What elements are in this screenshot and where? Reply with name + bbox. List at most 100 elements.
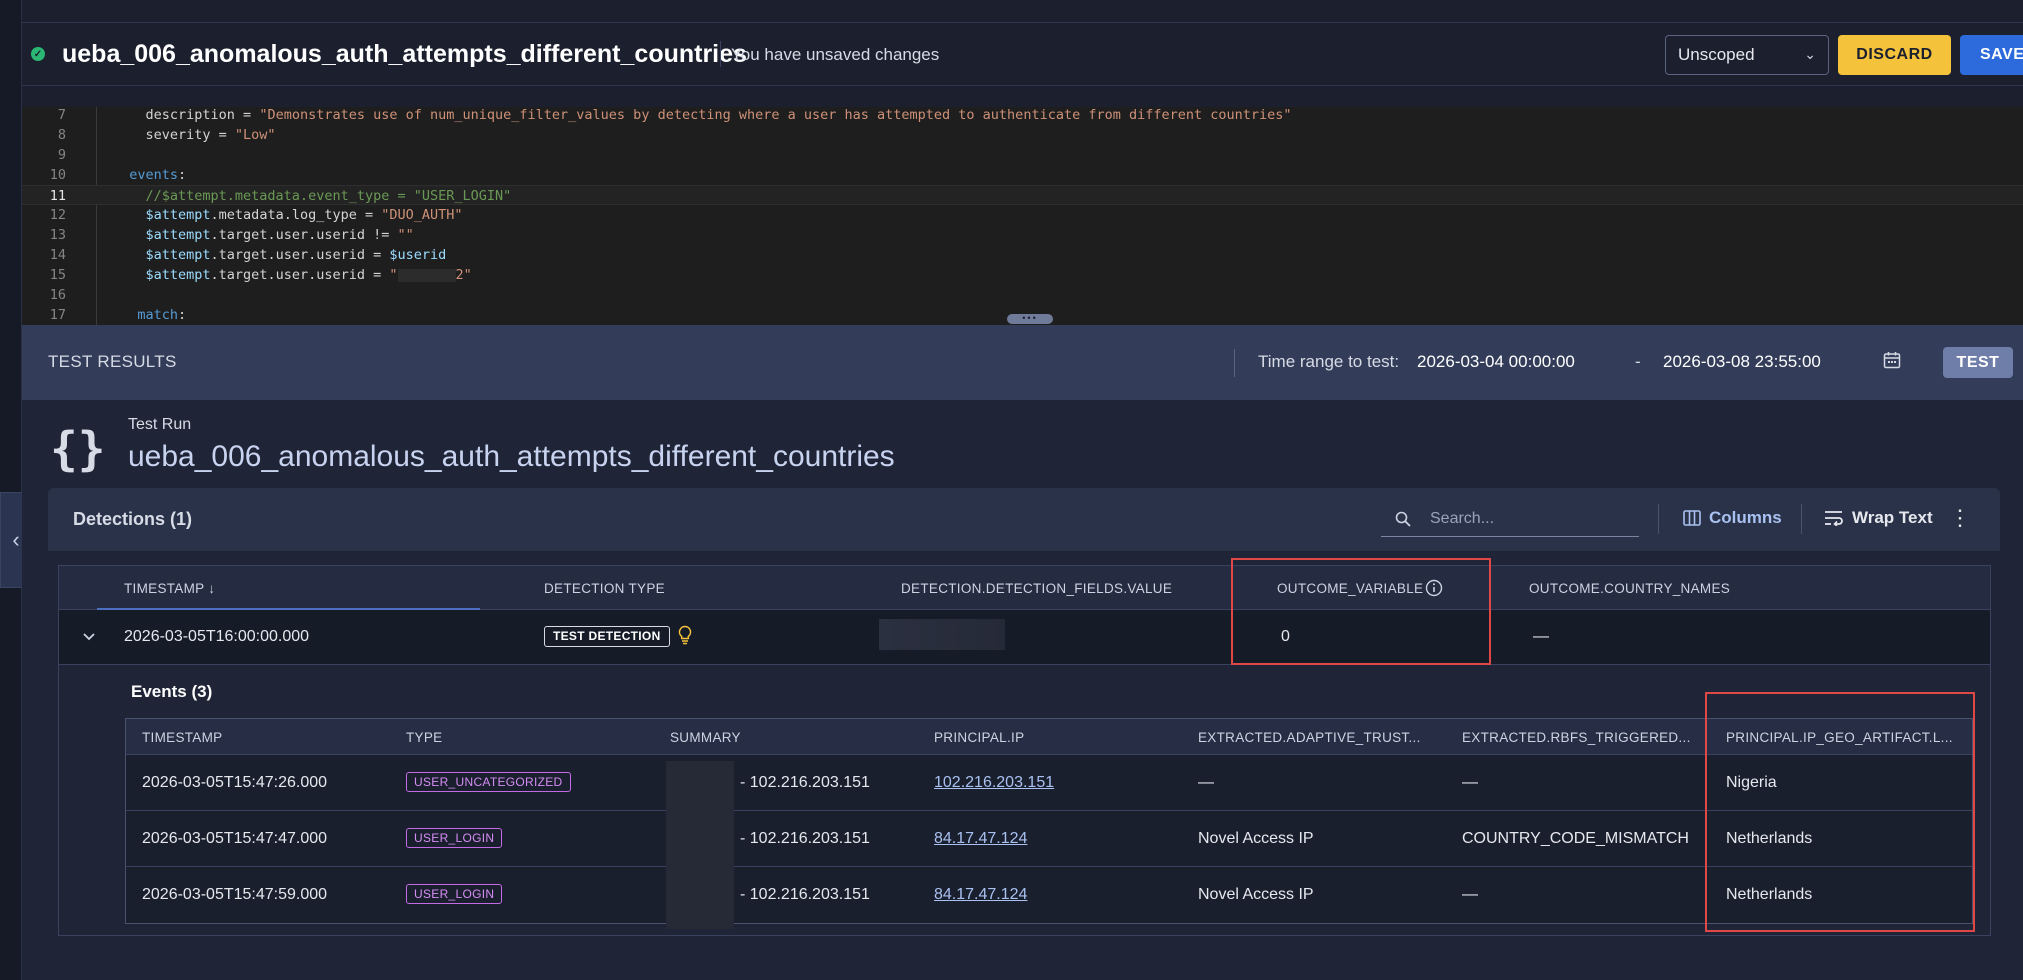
col-outcome-variable[interactable]: OUTCOME_VARIABLE — [1277, 581, 1423, 596]
col-event-timestamp[interactable]: TIMESTAMP — [142, 730, 222, 745]
geo-country-value: Netherlands — [1726, 886, 1813, 903]
detection-timestamp: 2026-03-05T16:00:00.000 — [124, 628, 310, 645]
time-range-end[interactable]: 2026-03-08 23:55:00 — [1663, 352, 1821, 372]
code-text: $attempt.target.user.userid != "" — [113, 225, 414, 245]
code-line[interactable]: 7 description = "Demonstrates use of num… — [22, 105, 2023, 125]
code-line[interactable]: 10 events: — [22, 165, 2023, 185]
more-options-icon[interactable]: ⋮ — [1949, 504, 1971, 534]
code-token: : — [178, 307, 187, 323]
test-results-label: TEST RESULTS — [48, 352, 177, 371]
code-token: $userid — [389, 247, 447, 263]
code-text: //$attempt.metadata.event_type = "USER_L… — [113, 186, 512, 206]
redacted-summary-column — [666, 761, 734, 929]
code-text: severity = "Low" — [113, 125, 276, 145]
line-number: 9 — [57, 147, 66, 163]
code-token: "Demonstrates use of num_unique_filter_v… — [259, 107, 1292, 123]
time-range-dash: - — [1635, 352, 1641, 371]
events-panel: Events (3) TIMESTAMP TYPE SUMMARY PRINCI… — [59, 665, 1990, 935]
code-line[interactable]: 15 $attempt.target.user.userid = " 2" — [22, 265, 2023, 285]
event-timestamp: 2026-03-05T15:47:59.000 — [142, 886, 328, 903]
event-row[interactable]: 2026-03-05T15:47:59.000 USER_LOGIN - 102.2… — [126, 867, 1972, 923]
code-line[interactable]: 8 severity = "Low" — [22, 125, 2023, 145]
col-rbfs-triggered[interactable]: EXTRACTED.RBFS_TRIGGERED... — [1462, 730, 1691, 745]
chevron-down-icon: ⌄ — [1804, 46, 1816, 62]
adaptive-trust-value: — — [1198, 774, 1214, 791]
col-event-type[interactable]: TYPE — [406, 730, 442, 745]
code-text: events: — [113, 165, 186, 185]
adaptive-trust-value: Novel Access IP — [1198, 830, 1314, 847]
code-token: "Low" — [234, 127, 276, 143]
redacted-text — [397, 268, 456, 282]
col-principal-ip[interactable]: PRINCIPAL.IP — [934, 730, 1024, 745]
test-detection-badge: TEST DETECTION — [544, 626, 670, 647]
code-token: $attempt — [113, 267, 211, 283]
code-text: $attempt.metadata.log_type = "DUO_AUTH" — [113, 205, 463, 225]
toolbar-divider — [1658, 504, 1659, 534]
col-adaptive-trust[interactable]: EXTRACTED.ADAPTIVE_TRUST... — [1198, 730, 1421, 745]
line-number: 10 — [49, 167, 66, 183]
code-line[interactable]: 16 — [22, 285, 2023, 305]
discard-button[interactable]: DISCARD — [1838, 35, 1951, 75]
event-type-badge: USER_LOGIN — [406, 828, 503, 848]
lightbulb-icon[interactable] — [677, 625, 693, 645]
detection-row[interactable]: 2026-03-05T16:00:00.000 TEST DETECTION 0… — [59, 610, 1990, 665]
saved-status-check-icon: ✓ — [31, 47, 45, 61]
columns-button[interactable]: Columns — [1683, 508, 1782, 528]
test-button[interactable]: TEST — [1943, 347, 2013, 378]
search-box — [1381, 501, 1639, 537]
scope-select-value: Unscoped — [1678, 45, 1755, 64]
line-number: 8 — [57, 127, 66, 143]
test-run-label: Test Run — [128, 416, 192, 433]
code-line[interactable]: 12 $attempt.metadata.log_type = "DUO_AUT… — [22, 205, 2023, 225]
scope-select[interactable]: Unscoped ⌄ — [1665, 35, 1829, 75]
principal-ip-link[interactable]: 84.17.47.124 — [934, 830, 1027, 848]
top-strip — [22, 0, 2023, 23]
line-number: 17 — [49, 307, 66, 323]
principal-ip-link-text[interactable]: 84.17.47.124 — [934, 830, 1027, 847]
code-line[interactable]: 13 $attempt.target.user.userid != "" — [22, 225, 2023, 245]
code-editor[interactable]: 7 description = "Demonstrates use of num… — [22, 107, 2023, 325]
code-line[interactable]: 14 $attempt.target.user.userid = $userid — [22, 245, 2023, 265]
event-row[interactable]: 2026-03-05T15:47:47.000 USER_LOGIN - 102.2… — [126, 811, 1972, 867]
info-icon[interactable] — [1425, 579, 1443, 597]
code-token: $attempt — [113, 207, 211, 223]
geo-country-value: Nigeria — [1726, 774, 1777, 791]
save-button[interactable]: SAVE — [1960, 35, 2023, 75]
line-number: 12 — [49, 207, 66, 223]
results-bar-divider — [1234, 349, 1235, 377]
col-event-summary[interactable]: SUMMARY — [670, 730, 741, 745]
calendar-icon[interactable] — [1883, 351, 1901, 369]
code-token: //$attempt.metadata.event_type = "USER_L… — [113, 188, 512, 204]
principal-ip-link[interactable]: 102.216.203.151 — [934, 774, 1054, 792]
col-detection-fields-value[interactable]: DETECTION.DETECTION_FIELDS.VALUE — [901, 581, 1172, 596]
principal-ip-link-text[interactable]: 84.17.47.124 — [934, 886, 1027, 903]
col-geo-artifact[interactable]: PRINCIPAL.IP_GEO_ARTIFACT.L... — [1726, 730, 1953, 745]
col-detection-type[interactable]: DETECTION TYPE — [544, 581, 665, 596]
event-timestamp: 2026-03-05T15:47:26.000 — [142, 774, 328, 791]
code-line[interactable]: 11 //$attempt.metadata.event_type = "USE… — [22, 185, 2023, 205]
code-token: .target.user.userid != — [210, 227, 398, 243]
outcome-country-names-value: — — [1533, 628, 1549, 645]
wrap-text-icon — [1825, 511, 1843, 526]
code-token: severity = — [113, 127, 235, 143]
line-number: 16 — [49, 287, 66, 303]
line-number: 15 — [49, 267, 66, 283]
code-token: "" — [397, 227, 414, 243]
event-row[interactable]: 2026-03-05T15:47:26.000 USER_UNCATEGORIZE… — [126, 755, 1972, 811]
braces-icon: {} — [50, 422, 106, 476]
time-range-start[interactable]: 2026-03-04 00:00:00 — [1417, 352, 1575, 372]
col-timestamp[interactable]: TIMESTAMP ↓ — [124, 581, 215, 596]
wrap-text-button[interactable]: Wrap Text — [1824, 508, 1933, 528]
code-text: description = "Demonstrates use of num_u… — [113, 105, 1292, 125]
code-token: $attempt — [113, 227, 211, 243]
col-outcome-country-names[interactable]: OUTCOME.COUNTRY_NAMES — [1529, 581, 1730, 596]
search-input[interactable] — [1430, 507, 1630, 531]
editor-resize-handle[interactable]: ••• — [1007, 314, 1053, 324]
code-token: .metadata.log_type = — [210, 207, 382, 223]
title-divider — [720, 41, 721, 67]
principal-ip-link[interactable]: 84.17.47.124 — [934, 886, 1027, 904]
search-icon — [1395, 511, 1411, 527]
code-line[interactable]: 9 — [22, 145, 2023, 165]
chevron-down-icon[interactable] — [79, 627, 99, 647]
principal-ip-link-text[interactable]: 102.216.203.151 — [934, 774, 1054, 791]
